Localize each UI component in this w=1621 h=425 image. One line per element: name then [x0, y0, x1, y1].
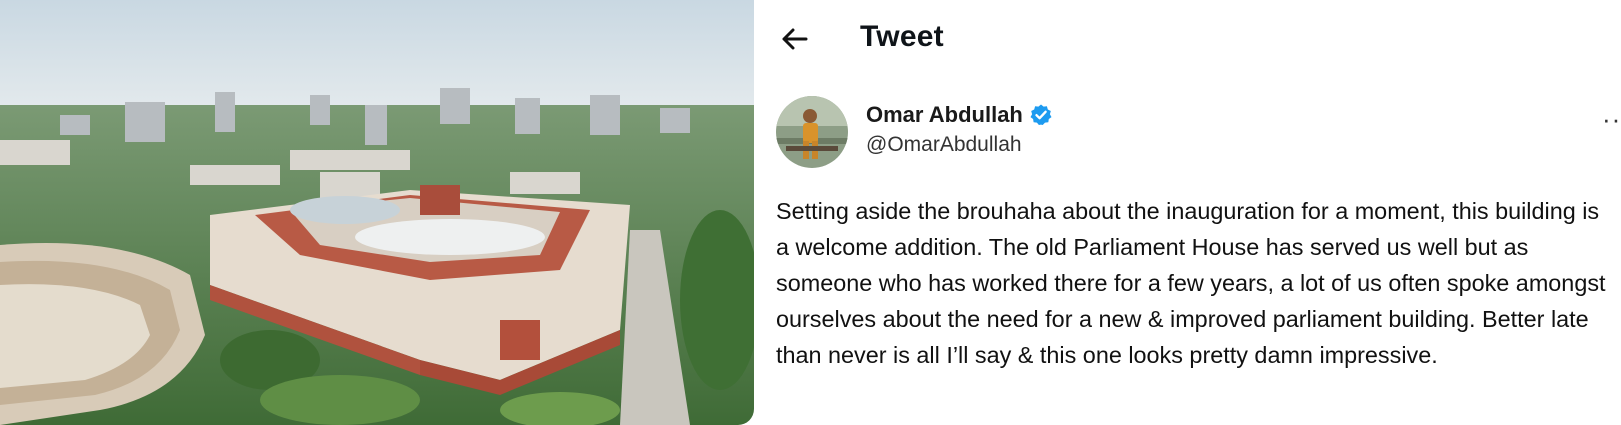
- author-name[interactable]: Omar Abdullah: [866, 102, 1023, 128]
- parliament-aerial-image: [0, 0, 754, 425]
- avatar[interactable]: [776, 96, 848, 168]
- back-button[interactable]: [778, 22, 812, 56]
- verified-badge-icon: [1030, 104, 1052, 125]
- arrow-left-icon: [782, 28, 808, 50]
- page-title: Tweet: [860, 20, 944, 53]
- tweet-text: Setting aside the brouhaha about the ina…: [776, 198, 1606, 368]
- attached-photo[interactable]: [0, 0, 754, 425]
- tweet-panel: Tweet Omar Abdullah @OmarAbdullah ··· Se…: [754, 0, 1621, 425]
- more-options-button[interactable]: ···: [1602, 104, 1621, 135]
- profile-photo: [776, 96, 848, 168]
- author-handle[interactable]: @OmarAbdullah: [866, 133, 1022, 157]
